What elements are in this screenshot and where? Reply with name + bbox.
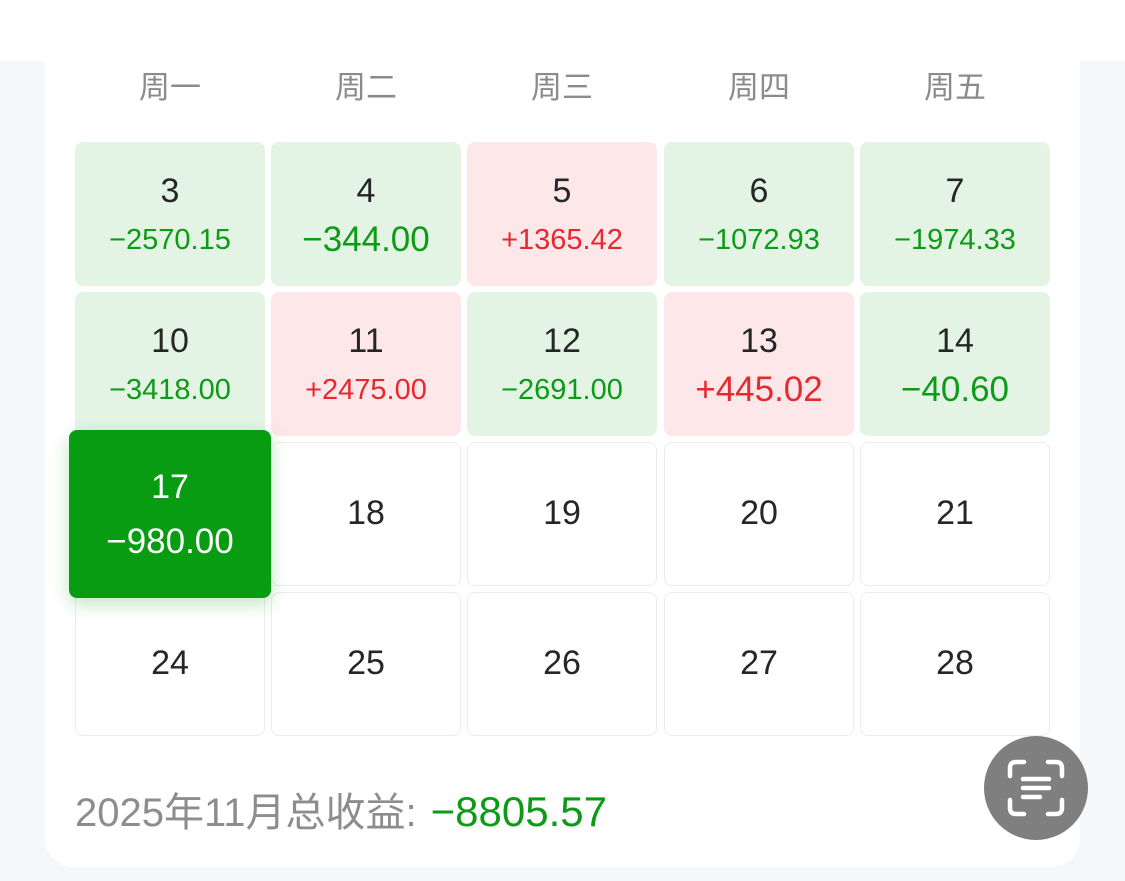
scan-text-icon bbox=[1007, 759, 1065, 817]
weekday-wed: 周三 bbox=[531, 70, 593, 105]
day-number: 6 bbox=[749, 172, 769, 210]
calendar-day[interactable]: 13 +445.02 bbox=[664, 292, 854, 436]
day-number: 17 bbox=[151, 468, 189, 506]
day-number: 14 bbox=[936, 322, 974, 360]
calendar-day[interactable]: 18 bbox=[271, 442, 461, 586]
calendar-day[interactable]: 4 −344.00 bbox=[271, 142, 461, 286]
calendar-day[interactable]: 28 bbox=[860, 592, 1050, 736]
day-number: 24 bbox=[151, 644, 189, 682]
calendar-day[interactable]: 7 −1974.33 bbox=[860, 142, 1050, 286]
day-number: 11 bbox=[348, 322, 384, 360]
weekday-mon: 周一 bbox=[139, 70, 201, 105]
calendar-day[interactable]: 26 bbox=[467, 592, 657, 736]
calendar-day[interactable]: 25 bbox=[271, 592, 461, 736]
day-profit: −40.60 bbox=[900, 370, 1010, 409]
day-profit: −344.00 bbox=[302, 220, 430, 259]
monthly-summary: 2025年11月总收益: −8805.57 bbox=[75, 780, 607, 838]
day-profit: +2475.00 bbox=[305, 374, 427, 406]
calendar-day[interactable]: 20 bbox=[664, 442, 854, 586]
calendar-day[interactable]: 6 −1072.93 bbox=[664, 142, 854, 286]
calendar-day[interactable]: 14 −40.60 bbox=[860, 292, 1050, 436]
summary-label: 2025年11月总收益: bbox=[75, 791, 417, 835]
day-number: 13 bbox=[740, 322, 778, 360]
calendar-day-selected[interactable]: 17 −980.00 bbox=[69, 430, 271, 598]
day-number: 28 bbox=[936, 644, 974, 682]
scan-button[interactable] bbox=[984, 736, 1088, 840]
day-number: 19 bbox=[543, 494, 581, 532]
day-number: 4 bbox=[356, 172, 376, 210]
day-number: 10 bbox=[151, 322, 189, 360]
calendar-day[interactable]: 12 −2691.00 bbox=[467, 292, 657, 436]
calendar-day[interactable]: 5 +1365.42 bbox=[467, 142, 657, 286]
day-number: 5 bbox=[552, 172, 572, 210]
calendar-day[interactable]: 19 bbox=[467, 442, 657, 586]
summary-total: −8805.57 bbox=[430, 788, 607, 835]
day-profit: −1072.93 bbox=[698, 224, 820, 256]
day-number: 18 bbox=[347, 494, 385, 532]
calendar-day[interactable]: 11 +2475.00 bbox=[271, 292, 461, 436]
calendar-day[interactable]: 27 bbox=[664, 592, 854, 736]
day-profit: +445.02 bbox=[695, 370, 823, 409]
top-bar bbox=[0, 0, 1125, 61]
day-number: 26 bbox=[543, 644, 581, 682]
day-number: 21 bbox=[936, 494, 974, 532]
day-profit: −980.00 bbox=[106, 522, 234, 561]
day-number: 25 bbox=[347, 644, 385, 682]
day-profit: +1365.42 bbox=[501, 224, 623, 256]
weekday-thu: 周四 bbox=[728, 70, 790, 105]
calendar-day[interactable]: 10 −3418.00 bbox=[75, 292, 265, 436]
day-number: 12 bbox=[543, 322, 581, 360]
weekday-tue: 周二 bbox=[335, 70, 397, 105]
day-number: 3 bbox=[160, 172, 180, 210]
weekday-header: 周一 周二 周三 周四 周五 bbox=[75, 63, 1050, 113]
day-profit: −1974.33 bbox=[894, 224, 1016, 256]
day-number: 7 bbox=[945, 172, 965, 210]
day-profit: −3418.00 bbox=[109, 374, 231, 406]
calendar-day[interactable]: 21 bbox=[860, 442, 1050, 586]
day-number: 27 bbox=[740, 644, 778, 682]
day-profit: −2570.15 bbox=[109, 224, 231, 256]
calendar-day[interactable]: 3 −2570.15 bbox=[75, 142, 265, 286]
day-number: 20 bbox=[740, 494, 778, 532]
calendar-day[interactable]: 24 bbox=[75, 592, 265, 736]
day-profit: −2691.00 bbox=[501, 374, 623, 406]
weekday-fri: 周五 bbox=[924, 70, 986, 105]
